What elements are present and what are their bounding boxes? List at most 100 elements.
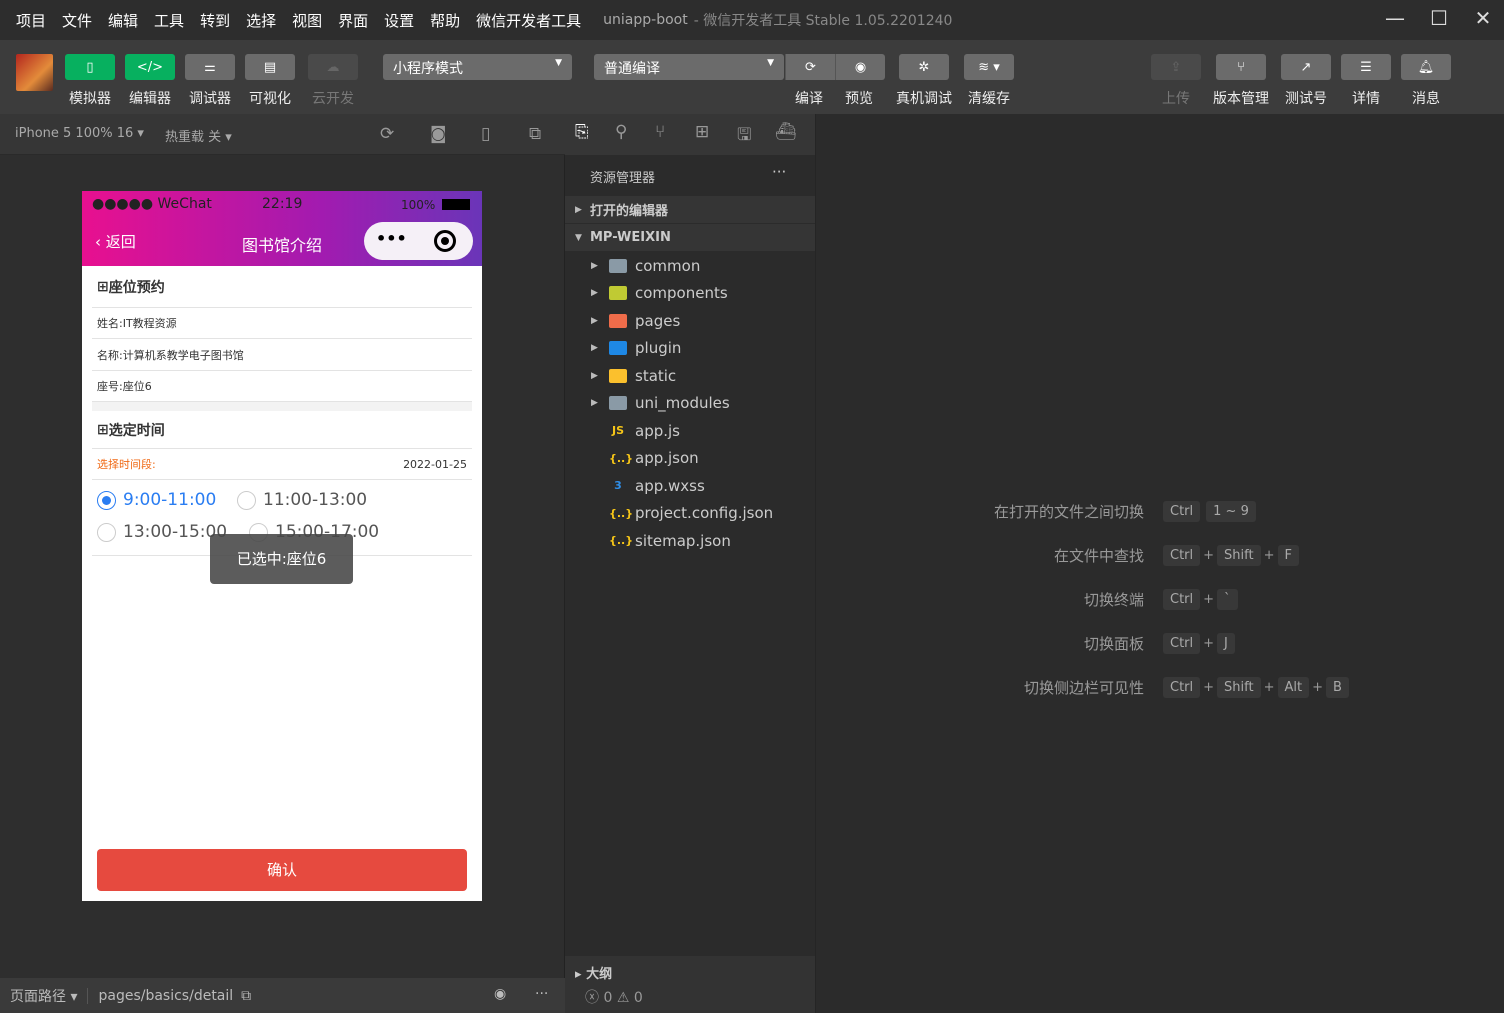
time-option[interactable]: 13:00-15:00: [97, 522, 227, 542]
nav-bar: ●●●●● WeChat 22:19 100% ‹ 返回 图书馆介绍 •••: [82, 191, 482, 266]
outline-header[interactable]: ▸ 大纲: [575, 963, 612, 982]
file-tree-item[interactable]: ▶ components: [565, 280, 815, 307]
docker-icon[interactable]: ⛴︎: [775, 122, 797, 142]
menu-item[interactable]: 视图: [284, 10, 330, 31]
toolbar: ▯ </> ⚌ ▤ ☁ 模拟器 编辑器 调试器 可视化 云开发 小程序模式 ▼ 普…: [0, 40, 1504, 114]
stop-icon[interactable]: ◙: [430, 124, 447, 144]
eye-icon[interactable]: ◉: [494, 986, 506, 1002]
device-select[interactable]: iPhone 5 100% 16 ▾: [15, 126, 144, 141]
compile-select[interactable]: 普通编译 ▼: [594, 54, 784, 80]
file-name: components: [635, 284, 728, 302]
mode-select-value: 小程序模式: [393, 61, 463, 77]
info-name: 姓名:IT教程资源: [97, 317, 177, 330]
file-tree-item[interactable]: ▶ plugin: [565, 335, 815, 362]
file-tree-item[interactable]: ▶ pages: [565, 307, 815, 334]
search-icon[interactable]: ⚲: [615, 122, 627, 142]
clear-cache-button[interactable]: ≋ ▾: [964, 54, 1014, 80]
upload-button[interactable]: ⇪: [1151, 54, 1201, 80]
hot-reload-select[interactable]: 热重载 关 ▾: [165, 126, 232, 145]
cloud-button[interactable]: ☁: [308, 54, 358, 80]
visual-button[interactable]: ▤: [245, 54, 295, 80]
radio: [237, 490, 256, 510]
more-icon[interactable]: ···: [535, 986, 548, 1002]
mode-select[interactable]: 小程序模式 ▼: [383, 54, 572, 80]
extensions-icon[interactable]: ⊞: [695, 122, 709, 142]
more-actions-button[interactable]: ···: [772, 163, 786, 181]
maximize-button[interactable]: ☐: [1424, 6, 1454, 34]
minimize-button[interactable]: —: [1380, 6, 1410, 34]
file-tree-item[interactable]: 3 app.wxss: [565, 472, 815, 499]
copy-icon[interactable]: ⧉: [241, 988, 251, 1004]
phone-icon[interactable]: ▯: [481, 124, 490, 144]
key-badge: Ctrl: [1163, 632, 1201, 654]
page-path-select[interactable]: 页面路径 ▾: [10, 986, 77, 1006]
menu-item[interactable]: 项目: [8, 10, 54, 31]
menu-item[interactable]: 转到: [192, 10, 238, 31]
refresh-icon: ⟳: [805, 59, 816, 75]
file-tree-item[interactable]: ▶ static: [565, 362, 815, 389]
close-miniprogram-icon[interactable]: [434, 230, 456, 252]
close-button[interactable]: ✕: [1468, 6, 1498, 34]
option-label: 9:00-11:00: [123, 490, 217, 510]
carrier: ●●●●● WeChat: [92, 196, 212, 212]
battery-percent: 100%: [401, 198, 436, 212]
layers-icon: ≋ ▾: [978, 59, 1000, 75]
root-folder-header[interactable]: ▼ MP-WEIXIN: [565, 224, 815, 251]
debugger-button[interactable]: ⚌: [185, 54, 235, 80]
more-button[interactable]: •••: [376, 229, 407, 248]
time-picker-row[interactable]: 选择时间段: 2022-01-25: [92, 449, 472, 480]
shortcut-hint: 在文件中查找 Ctrl + Shift + F: [815, 543, 1504, 567]
save-icon[interactable]: 🖫︎: [737, 122, 751, 151]
menu-item[interactable]: 编辑: [100, 10, 146, 31]
file-tree-item[interactable]: {..} project.config.json: [565, 500, 815, 527]
file-tree-item[interactable]: {..} sitemap.json: [565, 527, 815, 554]
messages-button[interactable]: 🔔︎: [1401, 54, 1451, 80]
date-value[interactable]: 2022-01-25: [403, 458, 467, 471]
version-label: 版本管理: [1213, 91, 1269, 107]
time-option[interactable]: 9:00-11:00: [97, 490, 216, 510]
confirm-button[interactable]: 确认: [97, 849, 467, 891]
back-button[interactable]: ‹ 返回: [95, 231, 136, 252]
time-option[interactable]: 11:00-13:00: [237, 490, 367, 510]
file-name: app.wxss: [635, 476, 705, 495]
shortcut-label: 切换面板: [1083, 634, 1144, 653]
rotate-icon[interactable]: ⟳: [380, 124, 394, 144]
section-time: ⊞ 选定时间: [92, 411, 472, 449]
file-name: app.js: [635, 421, 680, 440]
section-title: 选定时间: [108, 422, 165, 439]
problems-status[interactable]: ⓧ 0 ⚠ 0: [585, 987, 643, 1007]
eye-icon: ◉: [854, 59, 867, 75]
preview-button[interactable]: ◉: [835, 54, 885, 80]
file-tree-item[interactable]: JS app.js: [565, 417, 815, 444]
file-tree-item[interactable]: {..} app.json: [565, 445, 815, 472]
source-control-icon[interactable]: ⑂: [655, 122, 665, 142]
file-tree-item[interactable]: ▶ common: [565, 252, 815, 279]
cloud-icon: ☁: [326, 59, 340, 75]
file-tree-item[interactable]: ▶ uni_modules: [565, 390, 815, 417]
test-account-button[interactable]: ↗: [1281, 54, 1331, 80]
avatar[interactable]: [16, 54, 53, 91]
menu-item[interactable]: 工具: [146, 10, 192, 31]
details-button[interactable]: ☰: [1341, 54, 1391, 80]
menu-item[interactable]: 微信开发者工具: [468, 10, 589, 31]
warning-icon: ⚠: [616, 990, 630, 1006]
menu-item[interactable]: 设置: [376, 10, 422, 31]
simulator-button[interactable]: ▯: [65, 54, 115, 80]
branch-icon: ⑂: [1237, 59, 1245, 75]
menu-item[interactable]: 选择: [238, 10, 284, 31]
detach-window-icon[interactable]: ⧉: [529, 124, 541, 144]
menu-item[interactable]: 界面: [330, 10, 376, 31]
menu-item[interactable]: 文件: [54, 10, 100, 31]
divider: [92, 402, 472, 411]
menu-item[interactable]: 帮助: [422, 10, 468, 31]
visual-label: 可视化: [249, 91, 291, 107]
files-icon[interactable]: ⎘: [575, 122, 589, 142]
page-title: 图书馆介绍: [242, 236, 323, 255]
real-debug-button[interactable]: ✲: [899, 54, 949, 80]
file-name: static: [635, 366, 677, 385]
editor-button[interactable]: </>: [125, 54, 175, 80]
open-editors-header[interactable]: ▶ 打开的编辑器: [565, 196, 815, 223]
compile-button[interactable]: ⟳: [785, 54, 835, 80]
version-button[interactable]: ⑂: [1216, 54, 1266, 80]
shortcut-hint: 切换面板 Ctrl + J: [815, 631, 1504, 655]
